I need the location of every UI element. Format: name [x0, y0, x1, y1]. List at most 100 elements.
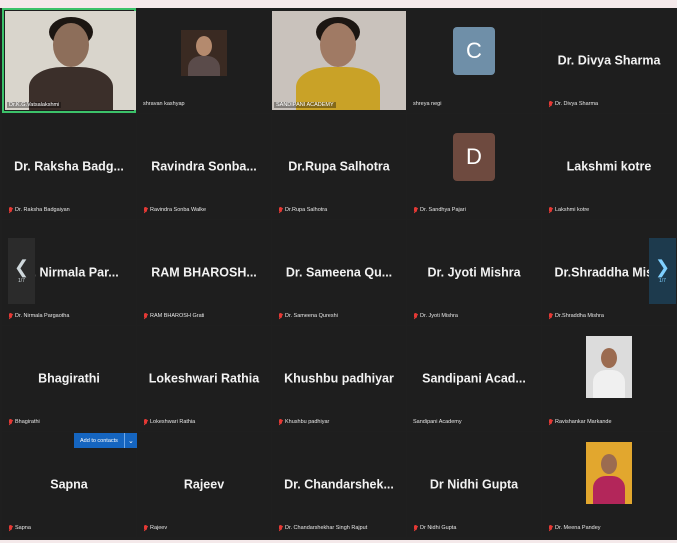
participant-tile[interactable]: Rajeev Rajeev — [137, 432, 271, 537]
profile-photo — [586, 336, 632, 398]
participant-caption: Dr. Sameena Qureshi — [278, 313, 338, 319]
participant-tile[interactable]: shravan kashyap — [137, 8, 271, 113]
participant-display-name: Dr. Divya Sharma — [557, 52, 661, 67]
participant-tile[interactable]: Ravindra Sonba... Ravindra Sonba Walke — [137, 114, 271, 219]
mic-muted-icon — [143, 313, 147, 319]
photo-face — [196, 36, 212, 56]
participant-caption-text: Rajeev — [150, 525, 168, 531]
add-contact-button[interactable]: Add to contacts ⌄ — [74, 433, 137, 448]
next-page-button[interactable]: ❯ 1/7 — [649, 238, 676, 304]
participant-caption: Rajeev — [143, 525, 167, 531]
participant-tile[interactable]: Dr. Sameena Qu... Dr. Sameena Qureshi — [272, 220, 406, 325]
participant-caption-text: Dr.Rupa Salhotra — [285, 207, 328, 213]
participant-caption-text: shreya negi — [413, 101, 442, 107]
participant-display-name: Dr. Jyoti Mishra — [427, 264, 521, 279]
participant-caption: Dr. Jyoti Mishra — [413, 313, 458, 319]
participant-tile[interactable]: RAM BHAROSH... RAM BHAROSH Grati — [137, 220, 271, 325]
mic-muted-icon — [8, 207, 12, 213]
previous-page-button[interactable]: ❮ 1/7 — [8, 238, 35, 304]
chevron-down-icon[interactable]: ⌄ — [123, 433, 137, 448]
add-contact-label: Add to contacts — [80, 437, 118, 444]
photo-face — [601, 348, 617, 368]
participant-video: SANDIPANI ACADEMY — [272, 11, 406, 110]
participant-tile[interactable]: Dr. Chandarshek... Dr. Chandarshekhar Sin… — [272, 432, 406, 537]
participant-tile[interactable]: Cshreya negi — [407, 8, 541, 113]
page-indicator: 1/7 — [659, 278, 666, 284]
participant-caption-text: Dr. Chandarshekhar Singh Rajput — [285, 525, 368, 531]
participant-tile[interactable]: Bhagirathi Bhagirathi — [2, 326, 136, 431]
participant-name-label: SANDIPANI ACADEMY — [274, 102, 336, 108]
mic-muted-icon — [278, 313, 282, 319]
participant-caption: Dr.Rupa Salhotra — [278, 207, 327, 213]
photo-body — [593, 370, 625, 398]
participant-display-name: Dr. Chandarshek... — [284, 476, 394, 491]
participant-caption: Sapna — [8, 525, 31, 531]
mic-muted-icon — [548, 313, 552, 319]
mic-muted-icon — [413, 525, 417, 531]
participant-video: Dr.K.G.Vatsalakshmi — [5, 11, 136, 110]
participant-tile[interactable]: Dr. Jyoti Mishra Dr. Jyoti Mishra — [407, 220, 541, 325]
participant-caption-text: Dr. Divya Sharma — [555, 101, 599, 107]
participant-display-name: Sapna — [50, 476, 88, 491]
profile-photo — [586, 442, 632, 504]
participant-caption-text: Dr.Shraddha Mishra — [555, 313, 604, 319]
participant-caption-text: Dr. Jyoti Mishra — [420, 313, 458, 319]
participant-tile[interactable]: Lokeshwari Rathia Lokeshwari Rathia — [137, 326, 271, 431]
avatar: D — [453, 132, 495, 181]
participant-display-name: Dr. Sameena Qu... — [285, 264, 393, 279]
participant-caption: Dr Nidhi Gupta — [413, 525, 456, 531]
participant-face — [320, 23, 356, 67]
chevron-right-icon: ❯ — [654, 257, 671, 277]
participant-caption-text: Dr Nidhi Gupta — [420, 525, 457, 531]
participant-caption-text: Dr. Sandhya Pajari — [420, 207, 466, 213]
participant-tile[interactable]: Dr. Meena Pandey — [542, 432, 676, 537]
participant-caption: Dr. Meena Pandey — [548, 525, 601, 531]
mic-muted-icon — [413, 207, 417, 213]
photo-body — [593, 476, 625, 504]
participant-caption: Sandipani Academy — [413, 419, 462, 425]
participant-caption-text: Dr. Meena Pandey — [555, 525, 601, 531]
participant-caption: Bhagirathi — [8, 419, 40, 425]
participant-display-name: Dr. Raksha Badg... — [14, 158, 124, 173]
participant-tile[interactable]: Lakshmi kotre Lakshmi kotre — [542, 114, 676, 219]
participant-caption-text: Dr. Raksha Badgaiyan — [15, 207, 70, 213]
participant-caption: Dr. Chandarshekhar Singh Rajput — [278, 525, 367, 531]
participant-tile[interactable]: Dr.Rupa Salhotra Dr.Rupa Salhotra — [272, 114, 406, 219]
participant-caption: Dr. Raksha Badgaiyan — [8, 207, 70, 213]
participant-caption: Dr. Nirmala Pargaotha — [8, 313, 69, 319]
mic-muted-icon — [548, 525, 552, 531]
participant-caption-text: Khushbu padhiyar — [285, 419, 330, 425]
participant-caption: Dr.Shraddha Mishra — [548, 313, 604, 319]
participant-caption: Ravishankar Markande — [548, 419, 612, 425]
mic-muted-icon — [548, 101, 552, 107]
participant-tile[interactable]: Ravishankar Markande — [542, 326, 676, 431]
participant-tile[interactable]: Dr Nidhi Gupta Dr Nidhi Gupta — [407, 432, 541, 537]
participant-caption-text: Ravindra Sonba Walke — [150, 207, 207, 213]
participant-caption: shravan kashyap — [143, 101, 185, 107]
photo-face — [601, 454, 617, 474]
participant-display-name: Lokeshwari Rathia — [148, 370, 260, 385]
participant-tile[interactable]: D Dr. Sandhya Pajari — [407, 114, 541, 219]
participant-tile[interactable]: Dr.K.G.Vatsalakshmi — [2, 8, 136, 113]
participant-tile[interactable]: Dr. Raksha Badg... Dr. Raksha Badgaiyan — [2, 114, 136, 219]
participant-tile[interactable]: Dr. Divya Sharma Dr. Divya Sharma — [542, 8, 676, 113]
participant-caption: Dr. Sandhya Pajari — [413, 207, 466, 213]
participant-caption: Lokeshwari Rathia — [143, 419, 195, 425]
participant-caption-text: Ravishankar Markande — [555, 419, 612, 425]
participant-gallery: Dr.K.G.Vatsalakshmi shravan kashyap SANDIP… — [2, 8, 676, 540]
participant-caption-text: Lakshmi kotre — [555, 207, 590, 213]
participant-caption: RAM BHAROSH Grati — [143, 313, 204, 319]
photo-body — [188, 56, 220, 76]
participant-tile[interactable]: Sandipani Acad... Sandipani Academy — [407, 326, 541, 431]
participant-tile[interactable]: Khushbu padhiyar Khushbu padhiyar — [272, 326, 406, 431]
participant-caption-text: RAM BHAROSH Grati — [150, 313, 205, 319]
participant-caption-text: Lokeshwari Rathia — [150, 419, 196, 425]
participant-display-name: Lakshmi kotre — [566, 158, 652, 173]
participant-display-name: Khushbu padhiyar — [284, 370, 394, 385]
participant-caption: Lakshmi kotre — [548, 207, 589, 213]
participant-caption-text: Sandipani Academy — [413, 419, 462, 425]
participant-display-name: RAM BHAROSH... — [151, 264, 257, 279]
participant-display-name: Dr Nidhi Gupta — [429, 476, 519, 491]
mic-muted-icon — [548, 207, 552, 213]
participant-tile[interactable]: SANDIPANI ACADEMY — [272, 8, 406, 113]
